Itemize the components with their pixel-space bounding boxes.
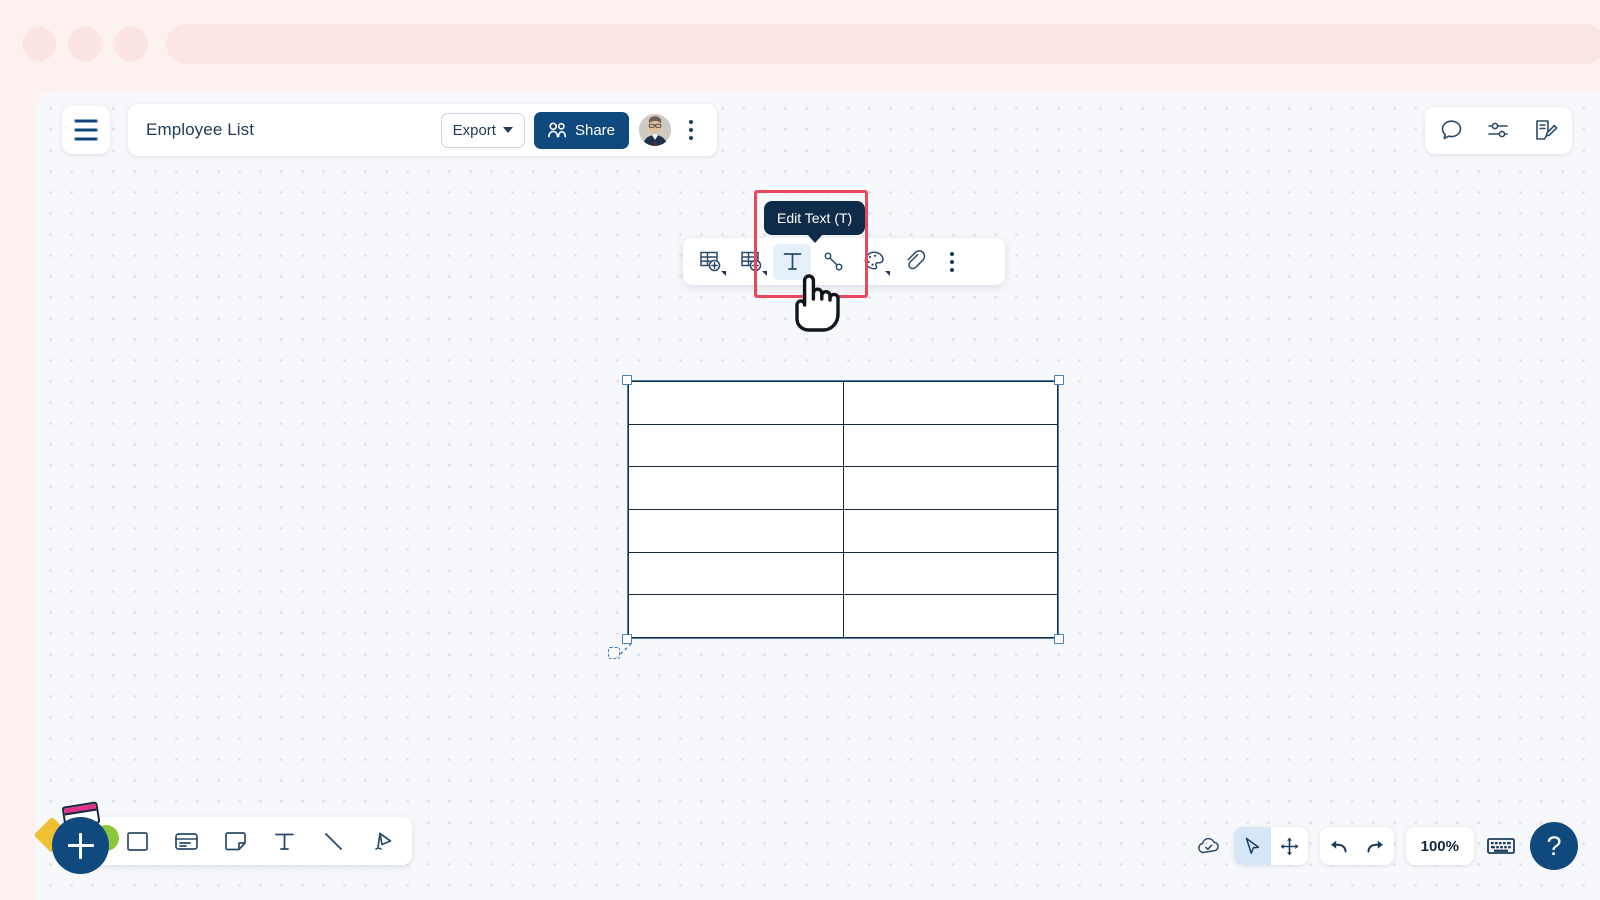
table-cell[interactable]: [628, 423, 844, 468]
window-dot-minimize[interactable]: [68, 27, 102, 61]
table-row[interactable]: [628, 551, 1058, 596]
text-icon[interactable]: [271, 828, 298, 855]
kebab-dot: [950, 267, 954, 272]
table-cell[interactable]: [842, 466, 1058, 510]
hamburger-icon-bar: [74, 119, 98, 123]
line-icon[interactable]: [320, 828, 347, 855]
shape-rectangle-icon[interactable]: [124, 828, 151, 855]
kebab-dot: [689, 120, 693, 124]
document-more-menu[interactable]: [677, 113, 705, 147]
more-options-icon[interactable]: [939, 244, 965, 280]
resize-handle-top-right[interactable]: [1054, 375, 1064, 385]
table-row[interactable]: [628, 381, 1058, 425]
help-button[interactable]: ?: [1530, 822, 1578, 870]
page-title[interactable]: Employee List: [146, 120, 441, 140]
tooltip: Edit Text (T): [764, 201, 866, 235]
link-icon[interactable]: [896, 244, 934, 280]
resize-handle-top-left[interactable]: [622, 375, 632, 385]
redo-icon[interactable]: [1357, 827, 1394, 865]
add-element-fab[interactable]: [52, 817, 109, 874]
hamburger-icon-bar: [74, 137, 98, 141]
chevron-down-icon: [762, 270, 767, 276]
browser-address-bar[interactable]: [166, 24, 1600, 64]
table-cell[interactable]: [628, 594, 844, 638]
chevron-down-icon: [721, 270, 726, 276]
table-body: [628, 381, 1058, 638]
main-menu-button[interactable]: [62, 106, 110, 154]
avatar[interactable]: [639, 114, 671, 146]
card-icon[interactable]: [173, 828, 200, 855]
cloud-saved-icon: [1196, 835, 1222, 857]
settings-sliders-icon[interactable]: [1486, 118, 1511, 143]
document-title-bar: Employee List Export Share: [128, 104, 717, 156]
history-group: [1319, 827, 1394, 865]
kebab-dot: [950, 259, 954, 264]
window-dot-maximize[interactable]: [114, 27, 148, 61]
table-row[interactable]: [628, 594, 1058, 638]
top-right-toolbar: [1425, 107, 1572, 154]
share-button[interactable]: Share: [533, 111, 629, 149]
pointer-mode-group: [1233, 827, 1308, 865]
table-shape[interactable]: [622, 375, 1064, 644]
table-cell[interactable]: [628, 551, 844, 596]
chevron-down-icon: [885, 270, 890, 276]
table-cell[interactable]: [628, 466, 844, 510]
bottom-right-controls: 100% ?: [1196, 822, 1578, 870]
export-button[interactable]: Export: [440, 112, 525, 148]
kebab-dot: [689, 136, 693, 140]
table-cell[interactable]: [842, 423, 1058, 468]
notes-edit-icon[interactable]: [1533, 118, 1558, 143]
table-cell[interactable]: [842, 381, 1058, 425]
kebab-dot: [689, 128, 693, 132]
element-creation-dock: [68, 817, 412, 865]
table-cell[interactable]: [842, 551, 1058, 596]
table-row[interactable]: [628, 466, 1058, 510]
avatar-photo: [639, 114, 671, 146]
chevron-down-icon: [502, 127, 513, 133]
palette-icon[interactable]: [855, 244, 893, 280]
table-cell[interactable]: [628, 381, 844, 425]
add-table-row-icon[interactable]: [691, 244, 729, 280]
kebab-dot: [950, 251, 954, 256]
connector-line-icon[interactable]: [814, 244, 852, 280]
table-cell[interactable]: [842, 594, 1058, 638]
table-cell[interactable]: [842, 508, 1058, 553]
sticky-note-icon[interactable]: [222, 828, 249, 855]
window-dot-close[interactable]: [22, 27, 56, 61]
zoom-level-indicator[interactable]: 100%: [1405, 827, 1474, 865]
decoration-card-stripe: [63, 803, 97, 816]
cursor-select-icon[interactable]: [1233, 827, 1271, 865]
marker-pen-icon[interactable]: [369, 828, 396, 855]
undo-icon[interactable]: [1320, 827, 1357, 865]
shape-table[interactable]: [628, 381, 1058, 638]
pan-move-icon[interactable]: [1271, 827, 1308, 865]
element-context-toolbar: [683, 238, 1005, 285]
table-cell[interactable]: [628, 508, 844, 553]
table-row[interactable]: [628, 423, 1058, 468]
resize-ghost-handle[interactable]: [608, 647, 620, 659]
hamburger-icon-bar: [74, 128, 98, 132]
keyboard-shortcuts-icon[interactable]: [1486, 835, 1516, 857]
export-label: Export: [452, 121, 496, 139]
edit-text-icon[interactable]: [773, 243, 811, 280]
browser-chrome: [0, 0, 1600, 92]
table-row[interactable]: [628, 508, 1058, 553]
comment-icon[interactable]: [1439, 118, 1464, 143]
share-label: Share: [574, 121, 615, 139]
resize-handle-bottom-right[interactable]: [1054, 634, 1064, 644]
people-icon: [548, 122, 567, 138]
remove-table-row-icon[interactable]: [732, 244, 770, 280]
